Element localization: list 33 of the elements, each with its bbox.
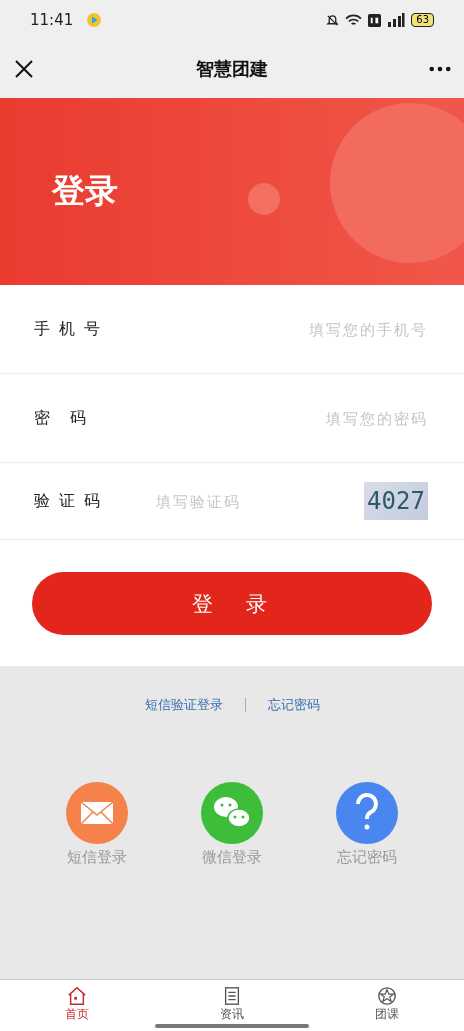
star-badge-icon xyxy=(376,986,397,1006)
wifi-icon xyxy=(345,13,363,27)
battery-icon: 63 xyxy=(411,13,434,27)
field-label: 验 证 码 xyxy=(34,490,104,512)
home-icon xyxy=(67,986,88,1006)
login-button[interactable]: 登 录 xyxy=(32,572,432,635)
field-label: 手 机 号 xyxy=(34,318,104,340)
tab[interactable]: 首页 xyxy=(37,980,118,1031)
text-link[interactable]: 忘记密码 xyxy=(267,696,320,714)
input-field[interactable]: 填写您的密码 xyxy=(144,408,430,428)
close-icon[interactable] xyxy=(14,59,34,79)
document-icon xyxy=(222,986,242,1006)
bell-off-icon xyxy=(326,13,340,27)
field-label: 密 码 xyxy=(34,407,89,429)
text-link[interactable]: 短信验证登录 xyxy=(144,696,223,714)
quick-login-label[interactable]: 忘记密码 xyxy=(336,848,397,867)
tab[interactable]: 团课 xyxy=(346,980,427,1031)
quick-login-label[interactable]: 微信登录 xyxy=(202,848,262,867)
captcha-image[interactable]: 4027 xyxy=(364,482,428,520)
input-field[interactable]: 填写验证码 xyxy=(154,491,364,511)
quick-login-label[interactable]: 短信登录 xyxy=(67,848,128,867)
login-heading: 登录 xyxy=(52,170,118,212)
status-time: 11:41 xyxy=(30,11,74,29)
chat-bubbles-icon[interactable] xyxy=(201,782,263,844)
signal-icon xyxy=(387,13,406,27)
play-icon xyxy=(87,13,102,27)
question-mark-icon[interactable] xyxy=(335,782,398,844)
input-field[interactable]: 填写您的手机号 xyxy=(144,319,430,339)
envelope-icon[interactable] xyxy=(66,782,129,844)
more-icon[interactable] xyxy=(429,66,451,72)
page-title: 智慧团建 xyxy=(195,57,268,81)
tab[interactable]: 资讯 xyxy=(192,980,272,1031)
decor-circle xyxy=(248,183,280,215)
